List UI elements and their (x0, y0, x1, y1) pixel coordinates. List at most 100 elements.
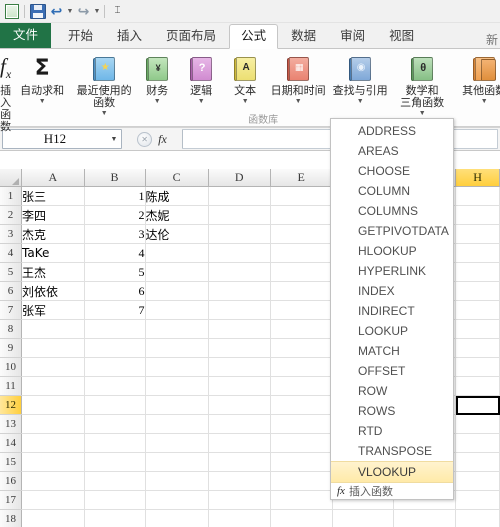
cell-H3[interactable] (455, 224, 500, 244)
undo-icon[interactable]: ↩ (48, 3, 65, 20)
cell-C14[interactable] (145, 433, 209, 453)
dropdown-item-address[interactable]: ADDRESS (331, 121, 453, 141)
column-header-e[interactable]: E (270, 169, 333, 187)
dropdown-item-indirect[interactable]: INDIRECT (331, 301, 453, 321)
more-functions-button[interactable]: 其他函数 ▼ (453, 49, 500, 105)
cell-D18[interactable] (208, 509, 271, 527)
cell-G18[interactable] (393, 509, 457, 527)
cell-B6[interactable]: 6 (84, 281, 146, 301)
cell-D3[interactable] (208, 224, 271, 244)
cell-D9[interactable] (208, 338, 271, 358)
text-chevron-down-icon[interactable]: ▼ (242, 98, 249, 105)
recently-used-button[interactable]: ★ 最近使用的 函数 ▼ (73, 49, 135, 117)
cell-H17[interactable] (455, 490, 500, 510)
row-header-9[interactable]: 9 (0, 338, 23, 358)
cell-E3[interactable] (270, 224, 333, 244)
column-header-c[interactable]: C (145, 169, 209, 187)
cell-A2[interactable]: 李四 (21, 205, 85, 225)
row-header-1[interactable]: 1 (0, 186, 23, 206)
cell-H1[interactable] (455, 186, 500, 206)
cell-A16[interactable] (21, 471, 85, 491)
cell-C18[interactable] (145, 509, 209, 527)
cell-E5[interactable] (270, 262, 333, 282)
row-header-7[interactable]: 7 (0, 300, 23, 320)
cell-D13[interactable] (208, 414, 271, 434)
row-header-16[interactable]: 16 (0, 471, 23, 491)
cell-H5[interactable] (455, 262, 500, 282)
dropdown-item-hlookup[interactable]: HLOOKUP (331, 241, 453, 261)
cell-B12[interactable] (84, 395, 146, 415)
column-header-d[interactable]: D (208, 169, 271, 187)
cell-E4[interactable] (270, 243, 333, 263)
cell-H6[interactable] (455, 281, 500, 301)
cell-E11[interactable] (270, 376, 333, 396)
cell-D4[interactable] (208, 243, 271, 263)
autosum-button[interactable]: Σ 自动求和 ▼ (11, 49, 73, 106)
date-time-chevron-down-icon[interactable]: ▼ (295, 98, 302, 105)
cell-B1[interactable]: 1 (84, 186, 146, 206)
cancel-icon[interactable]: ✕ (137, 131, 153, 147)
tab-view[interactable]: 视图 (378, 25, 425, 48)
cell-H9[interactable] (455, 338, 500, 358)
redo-dropdown-icon[interactable]: ▼ (93, 8, 101, 15)
cell-D17[interactable] (208, 490, 271, 510)
cell-C9[interactable] (145, 338, 209, 358)
autosum-chevron-down-icon[interactable]: ▼ (39, 98, 46, 105)
cell-E14[interactable] (270, 433, 333, 453)
financial-button[interactable]: ¥ 财务 ▼ (135, 49, 179, 105)
dropdown-item-choose[interactable]: CHOOSE (331, 161, 453, 181)
tab-file[interactable]: 文件 (0, 23, 52, 48)
cell-H11[interactable] (455, 376, 500, 396)
dropdown-item-lookup[interactable]: LOOKUP (331, 321, 453, 341)
row-header-17[interactable]: 17 (0, 490, 23, 510)
insert-function-fx-icon[interactable]: fx (158, 132, 167, 147)
cell-B5[interactable]: 5 (84, 262, 146, 282)
cell-D11[interactable] (208, 376, 271, 396)
cell-H8[interactable] (455, 319, 500, 339)
cell-H18[interactable] (455, 509, 500, 527)
row-header-11[interactable]: 11 (0, 376, 23, 396)
save-icon[interactable] (29, 3, 46, 20)
lookup-reference-button[interactable]: ◉ 查找与引用 ▼ (329, 49, 391, 105)
selected-cell-H12[interactable] (455, 395, 500, 415)
cell-A10[interactable] (21, 357, 85, 377)
cell-E16[interactable] (270, 471, 333, 491)
dropdown-item-rtd[interactable]: RTD (331, 421, 453, 441)
cell-E7[interactable] (270, 300, 333, 320)
cell-E13[interactable] (270, 414, 333, 434)
cell-D6[interactable] (208, 281, 271, 301)
row-header-5[interactable]: 5 (0, 262, 23, 282)
cell-D5[interactable] (208, 262, 271, 282)
cell-C11[interactable] (145, 376, 209, 396)
cell-C5[interactable] (145, 262, 209, 282)
cell-C12[interactable] (145, 395, 209, 415)
cell-B9[interactable] (84, 338, 146, 358)
cell-E15[interactable] (270, 452, 333, 472)
cell-A14[interactable] (21, 433, 85, 453)
cell-B18[interactable] (84, 509, 146, 527)
date-time-button[interactable]: ▦ 日期和时间 ▼ (267, 49, 329, 105)
cell-C6[interactable] (145, 281, 209, 301)
cell-C13[interactable] (145, 414, 209, 434)
row-header-8[interactable]: 8 (0, 319, 23, 339)
row-header-3[interactable]: 3 (0, 224, 23, 244)
customize-qat-icon[interactable]: ⌶ (109, 3, 126, 20)
cell-H16[interactable] (455, 471, 500, 491)
row-header-4[interactable]: 4 (0, 243, 23, 263)
cell-A15[interactable] (21, 452, 85, 472)
cell-C10[interactable] (145, 357, 209, 377)
column-header-h[interactable]: H (455, 169, 500, 187)
row-header-15[interactable]: 15 (0, 452, 23, 472)
cell-C4[interactable] (145, 243, 209, 263)
cell-H15[interactable] (455, 452, 500, 472)
tab-page-layout[interactable]: 页面布局 (155, 25, 227, 48)
cell-D12[interactable] (208, 395, 271, 415)
cell-C3[interactable]: 达伦 (145, 224, 209, 244)
row-header-12[interactable]: 12 (0, 395, 23, 415)
dropdown-item-columns[interactable]: COLUMNS (331, 201, 453, 221)
cell-B15[interactable] (84, 452, 146, 472)
cell-E18[interactable] (270, 509, 333, 527)
dropdown-item-transpose[interactable]: TRANSPOSE (331, 441, 453, 461)
cell-D15[interactable] (208, 452, 271, 472)
cell-B16[interactable] (84, 471, 146, 491)
